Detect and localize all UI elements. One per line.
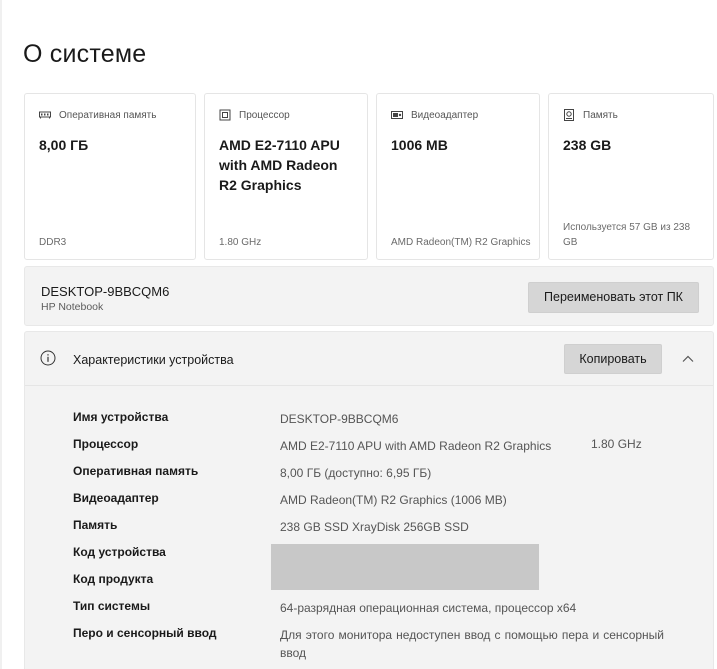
card-label: Видеоадаптер [411, 109, 479, 121]
storage-icon [564, 109, 574, 121]
chevron-up-icon[interactable] [681, 352, 695, 366]
specs-header[interactable]: Характеристики устройства Копировать [25, 332, 713, 386]
spec-key: Оперативная память [73, 464, 199, 478]
card-label: Оперативная память [59, 109, 157, 121]
copy-button[interactable]: Копировать [564, 344, 662, 374]
spec-row-video-adapter: Видеоадаптер AMD Radeon(TM) R2 Graphics … [73, 491, 703, 511]
spec-value-frequency: 1.80 GHz [591, 437, 642, 451]
spec-value: AMD Radeon(TM) R2 Graphics (1006 MB) [280, 493, 507, 507]
spec-key: Видеоадаптер [73, 491, 159, 505]
spec-row-processor: Процессор AMD E2-7110 APU with AMD Radeo… [73, 437, 703, 457]
spec-row-ram: Оперативная память 8,00 ГБ (доступно: 6,… [73, 464, 703, 484]
card-processor: Процессор AMD E2-7110 APU with AMD Radeo… [204, 93, 368, 260]
redacted-ids-block [271, 544, 539, 590]
gpu-icon [391, 111, 403, 119]
spec-value: Для этого монитора недоступен ввод с пом… [280, 628, 664, 660]
spec-value: DESKTOP-9BBCQM6 [280, 412, 399, 426]
card-ram: Оперативная память 8,00 ГБ DDR3 [24, 93, 196, 260]
card-subtext: AMD Radeon(TM) R2 Graphics [391, 237, 531, 248]
card-subtext: 1.80 GHz [219, 237, 262, 248]
spec-row-storage: Память 238 GB SSD XrayDisk 256GB SSD [73, 518, 703, 538]
card-subtext: DDR3 [39, 237, 67, 248]
card-label: Память [583, 109, 618, 121]
page-title: О системе [23, 40, 147, 68]
card-value: 8,00 ГБ [39, 137, 89, 153]
spec-key: Код продукта [73, 572, 154, 586]
spec-row-device-name: Имя устройства DESKTOP-9BBCQM6 [73, 410, 703, 430]
card-video-adapter: Видеоадаптер 1006 MB AMD Radeon(TM) R2 G… [376, 93, 540, 260]
device-model: HP Notebook [41, 301, 104, 313]
cpu-icon [219, 109, 231, 121]
spec-value: 8,00 ГБ (доступно: 6,95 ГБ) [280, 466, 432, 480]
summary-cards: Оперативная память 8,00 ГБ DDR3 Процессо… [24, 93, 714, 260]
specs-title: Характеристики устройства [73, 353, 234, 367]
card-label: Процессор [239, 109, 290, 121]
card-value: AMD E2-7110 APU with AMD Radeon R2 Graph… [219, 137, 340, 193]
card-subtext: Используется 57 GB из 238 GB [563, 222, 691, 248]
spec-key: Перо и сенсорный ввод [73, 626, 217, 640]
device-name-row: DESKTOP-9BBCQM6 HP Notebook Переименоват… [24, 266, 714, 326]
rename-pc-button[interactable]: Переименовать этот ПК [528, 282, 699, 313]
spec-key: Память [73, 518, 118, 532]
device-name: DESKTOP-9BBCQM6 [41, 284, 170, 299]
window-edge [0, 0, 2, 669]
spec-value: 64-разрядная операционная система, проце… [280, 601, 577, 615]
info-icon [40, 350, 56, 366]
spec-key: Код устройства [73, 545, 166, 559]
spec-key: Имя устройства [73, 410, 169, 424]
spec-value: 238 GB SSD XrayDisk 256GB SSD [280, 520, 469, 534]
about-system-page: О системе Оперативная память 8,00 ГБ DDR… [0, 0, 717, 669]
spec-row-pen-touch: Перо и сенсорный ввод Для этого монитора… [73, 626, 703, 666]
spec-row-system-type: Тип системы 64-разрядная операционная си… [73, 599, 703, 619]
card-value: 238 GB [563, 137, 612, 153]
device-specs-panel: Характеристики устройства Копировать Имя… [24, 331, 714, 669]
spec-key: Процессор [73, 437, 139, 451]
ram-icon [39, 111, 51, 119]
spec-value: AMD E2-7110 APU with AMD Radeon R2 Graph… [280, 439, 552, 453]
card-storage: Память 238 GB Используется 57 GB из 238 … [548, 93, 714, 260]
spec-key: Тип системы [73, 599, 151, 613]
card-value: 1006 MB [391, 137, 448, 153]
